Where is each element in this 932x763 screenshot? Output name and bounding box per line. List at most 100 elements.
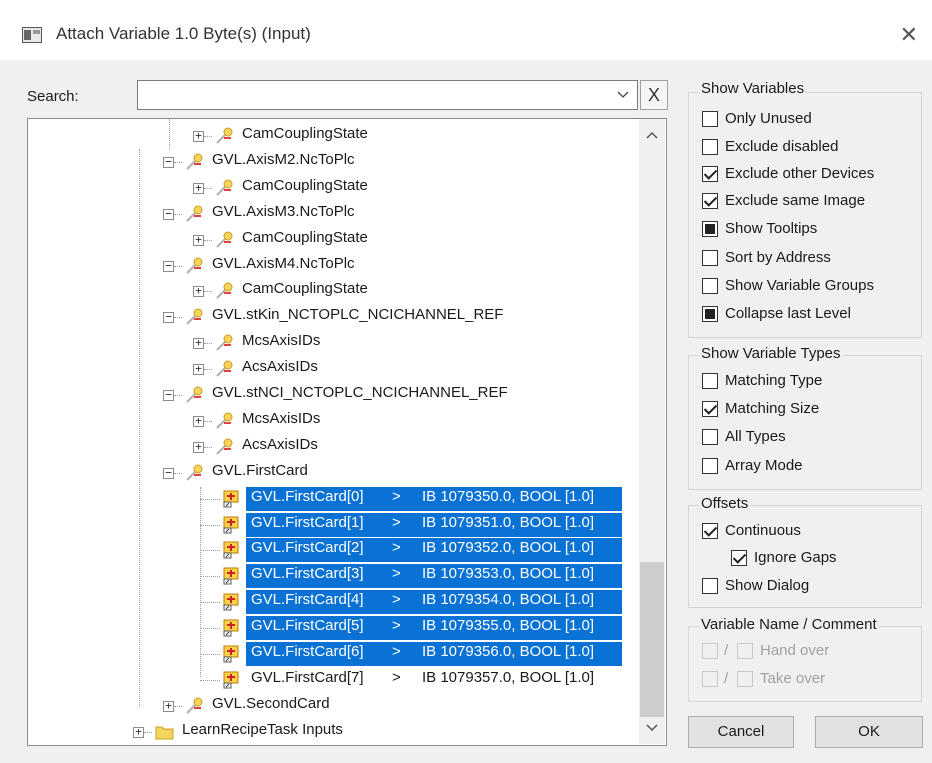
checkbox[interactable] [702,373,718,389]
checkbox[interactable] [702,458,718,474]
tree-node-row[interactable]: − GVL.AxisM3.NcToPlc [28,202,638,226]
expand-icon[interactable]: + [193,234,204,246]
name-checkbox [702,643,718,659]
expand-icon[interactable]: + [193,182,204,194]
tree-variable-row[interactable]: GVL.FirstCard[0] > IB 1079350.0, BOOL [1.0… [28,487,638,511]
checkbox[interactable] [702,221,718,237]
collapse-icon[interactable]: − [163,467,174,479]
checkbox-label: Matching Size [725,400,820,417]
ok-button[interactable]: OK [815,716,923,748]
close-icon[interactable]: ✕ [900,22,918,48]
tree-variable-row[interactable]: GVL.FirstCard[1] > IB 1079351.0, BOOL [1.0… [28,513,638,537]
tree-node-row[interactable]: − GVL.AxisM2.NcToPlc [28,150,638,174]
tree-node-label: GVL.FirstCard[5] [251,617,364,634]
chevron-down-icon[interactable] [615,86,631,102]
variable-group-icon [186,205,203,222]
checkbox[interactable] [702,523,718,539]
checkbox-label: Collapse last Level [725,305,851,322]
checkbox[interactable] [702,166,718,182]
expand-icon[interactable]: + [163,700,174,712]
tree-node-row[interactable]: + AcsAxisIDs [28,357,638,381]
tree-connector [204,369,212,370]
input-variable-icon [223,619,239,637]
scroll-up-icon[interactable] [643,127,661,145]
tree-node-row[interactable]: + CamCouplingState [28,176,638,200]
tree-scrollbar[interactable] [639,119,665,744]
collapse-icon[interactable]: − [163,156,174,168]
variable-group-icon [216,231,233,248]
checkbox[interactable] [731,550,747,566]
variable-name-comment-title: Variable Name / Comment [699,616,879,633]
variable-group-icon [216,282,233,299]
tree-connector [174,214,182,215]
tree-node-label: GVL.stNCI_NCTOPLC_NCICHANNEL_REF [212,384,508,401]
expand-icon[interactable]: + [193,285,204,297]
checkbox-label: Exclude same Image [725,192,866,209]
tree-connector [174,266,182,267]
tree-node-row[interactable]: + LearnRecipeTask Inputs [28,720,638,744]
collapse-icon[interactable]: − [163,260,174,272]
checkbox[interactable] [702,578,718,594]
tree-connector [200,576,220,577]
tree-node-row[interactable]: − GVL.AxisM4.NcToPlc [28,254,638,278]
input-variable-icon [223,593,239,611]
tree-connector [200,654,220,655]
expand-icon[interactable]: + [193,130,204,142]
tree-node-row[interactable]: − GVL.FirstCard [28,461,638,485]
tree-node-row[interactable]: + McsAxisIDs [28,409,638,433]
checkbox[interactable] [702,139,718,155]
expand-icon[interactable]: + [193,415,204,427]
cancel-button[interactable]: Cancel [688,716,794,748]
collapse-icon[interactable]: − [163,208,174,220]
tree-variable-row[interactable]: GVL.FirstCard[6] > IB 1079356.0, BOOL [1.0… [28,642,638,666]
collapse-icon[interactable]: − [163,311,174,323]
scroll-down-icon[interactable] [643,718,661,736]
tree-node-row[interactable]: + GVL.SecondCard [28,694,638,718]
checkbox[interactable] [702,401,718,417]
tree-node-row[interactable]: + CamCouplingState [28,279,638,303]
checkbox[interactable] [702,250,718,266]
mapping-arrow: > [392,488,401,505]
expand-icon[interactable]: + [133,726,144,738]
variable-tree[interactable]: + CamCouplingState − GVL.AxisM2.NcToPlc + Cam… [27,118,667,746]
collapse-icon[interactable]: − [163,389,174,401]
search-clear-button[interactable]: X [640,80,668,110]
tree-node-row[interactable]: + CamCouplingState [28,124,638,148]
scroll-thumb[interactable] [640,562,664,717]
tree-variable-row[interactable]: GVL.FirstCard[4] > IB 1079354.0, BOOL [1.0… [28,590,638,614]
name-comment-separator: / [724,670,729,687]
input-variable-icon [223,671,239,689]
expand-icon[interactable]: + [193,441,204,453]
tree-connector [204,136,212,137]
tree-node-row[interactable]: + McsAxisIDs [28,331,638,355]
folder-icon [155,726,174,740]
checkbox[interactable] [702,193,718,209]
checkbox[interactable] [702,111,718,127]
search-combobox[interactable] [137,80,638,110]
tree-connector [204,447,212,448]
tree-variable-row[interactable]: GVL.FirstCard[3] > IB 1079353.0, BOOL [1.0… [28,564,638,588]
tree-node-row[interactable]: − GVL.stKin_NCTOPLC_NCICHANNEL_REF [28,305,638,329]
tree-variable-row[interactable]: GVL.FirstCard[2] > IB 1079352.0, BOOL [1.0… [28,538,638,562]
tree-node-row[interactable]: + CamCouplingState [28,228,638,252]
checkbox[interactable] [702,429,718,445]
checkbox-label: Sort by Address [725,249,831,266]
checkbox[interactable] [702,278,718,294]
tree-variable-row[interactable]: GVL.FirstCard[7] > IB 1079357.0, BOOL [1.0… [28,668,638,692]
checkbox-label: Ignore Gaps [754,549,837,566]
tree-connector [200,550,220,551]
search-input[interactable] [140,83,609,109]
checkbox-label: Hand over [760,642,830,659]
title-bar: Attach Variable 1.0 Byte(s) (Input) ✕ [0,0,932,60]
tree-node-row[interactable]: − GVL.stNCI_NCTOPLC_NCICHANNEL_REF [28,383,638,407]
checkbox[interactable] [702,306,718,322]
tree-variable-row[interactable]: GVL.FirstCard[5] > IB 1079355.0, BOOL [1.0… [28,616,638,640]
tree-connector [200,628,220,629]
tree-connector [200,499,220,500]
variable-address-info: IB 1079356.0, BOOL [1.0] [422,643,595,660]
input-variable-icon [223,645,239,663]
expand-icon[interactable]: + [193,363,204,375]
tree-node-row[interactable]: + AcsAxisIDs [28,435,638,459]
expand-icon[interactable]: + [193,337,204,349]
tree-connector [174,162,182,163]
